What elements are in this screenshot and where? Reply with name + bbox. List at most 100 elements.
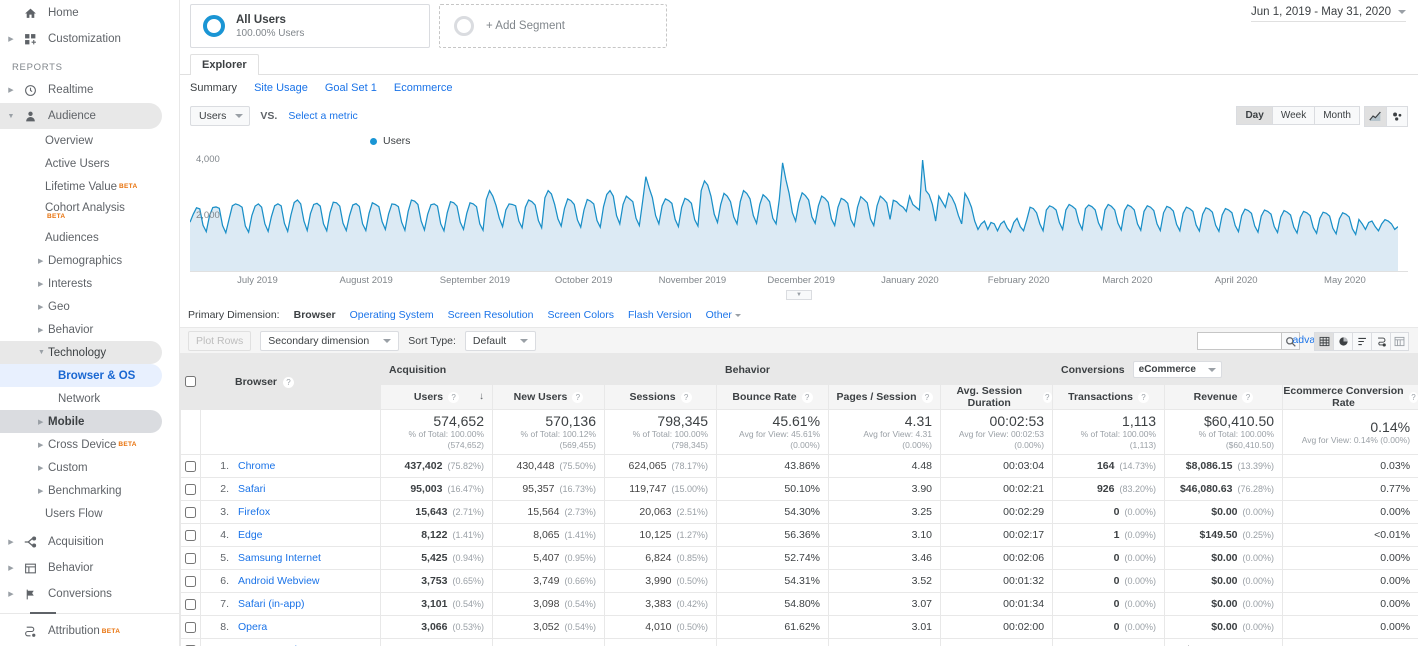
sidebar-item-custom[interactable]: ▶ Custom	[0, 456, 179, 479]
row-dimension-link[interactable]: Safari	[238, 483, 265, 495]
sidebar-item-interests[interactable]: ▶ Interests	[0, 272, 179, 295]
row-dimension-link[interactable]: Android Webview	[238, 575, 320, 587]
chart-zoom-handle[interactable]: ▼	[786, 290, 812, 300]
table-row[interactable]: 8. Opera 3,066 (0.53%) 3,052 (0.54%) 4,010 (0.5…	[180, 615, 1418, 639]
granularity-week[interactable]: Week	[1271, 106, 1315, 125]
column-header-bounce-rate[interactable]: Bounce Rate?	[716, 384, 830, 410]
plot-rows-button[interactable]: Plot Rows	[188, 330, 252, 351]
primary-dimension-flash-version[interactable]: Flash Version	[628, 309, 692, 321]
primary-dimension-operating-system[interactable]: Operating System	[350, 309, 434, 321]
row-dimension-link[interactable]: Edge	[238, 529, 263, 541]
help-icon[interactable]: ?	[1242, 391, 1254, 403]
table-view-icon[interactable]	[1314, 332, 1333, 351]
sidebar-item-customization[interactable]: ▶ Customization	[0, 26, 179, 52]
segment-all-users[interactable]: All Users 100.00% Users	[190, 4, 430, 48]
table-row[interactable]: 9.Internet Explorer2,840(0.49%)2,828(0.5…	[180, 638, 1418, 646]
pie-view-icon[interactable]	[1333, 332, 1352, 351]
sidebar-item-network[interactable]: Network	[0, 387, 179, 410]
metric-select[interactable]: Users	[190, 106, 251, 126]
table-row[interactable]: 2. Safari 95,003 (16.47%) 95,357 (16.73%) 119,…	[180, 477, 1418, 501]
table-row[interactable]: 4. Edge 8,122 (1.41%) 8,065 (1.41%) 10,125 (1.2…	[180, 523, 1418, 547]
sort-type-select[interactable]: Default	[464, 330, 537, 351]
column-header-users[interactable]: Users? ↓	[380, 384, 493, 410]
column-header-avg-session-duration[interactable]: Avg. Session Duration?	[940, 384, 1054, 410]
help-icon[interactable]: ?	[1137, 391, 1149, 403]
sidebar-item-browser-os[interactable]: Browser & OS	[0, 364, 162, 387]
sidebar-item-overview[interactable]: Overview	[0, 129, 179, 152]
subtab-ecommerce[interactable]: Ecommerce	[394, 82, 453, 94]
help-icon[interactable]: ?	[801, 391, 813, 403]
primary-dimension-current[interactable]: Browser	[294, 309, 336, 321]
sidebar-item-behavior[interactable]: ▶ Behavior	[0, 555, 179, 581]
sidebar-item-cross-device[interactable]: ▶ Cross Device BETA	[0, 433, 179, 456]
sidebar-item-active-users[interactable]: Active Users	[0, 152, 179, 175]
table-row[interactable]: 6. Android Webview 3,753 (0.65%) 3,749 (0.66%…	[180, 569, 1418, 593]
granularity-month[interactable]: Month	[1314, 106, 1360, 125]
sidebar-item-conversions[interactable]: ▶ Conversions	[0, 581, 179, 607]
help-icon[interactable]: ?	[1042, 391, 1053, 403]
search-input[interactable]	[1197, 332, 1281, 350]
select-a-metric-link[interactable]: Select a metric	[288, 110, 357, 122]
bar-view-icon[interactable]	[1352, 332, 1371, 351]
row-checkbox[interactable]	[185, 460, 196, 472]
subtab-summary[interactable]: Summary	[190, 82, 237, 94]
comparison-view-icon[interactable]	[1371, 332, 1390, 351]
sidebar-item-audiences[interactable]: Audiences	[0, 226, 179, 249]
table-row[interactable]: 3. Firefox 15,643 (2.71%) 15,564 (2.73%) 20,06…	[180, 500, 1418, 524]
select-all-checkbox[interactable]	[185, 376, 196, 388]
row-checkbox[interactable]	[185, 598, 196, 610]
sidebar-item-behavior-audience[interactable]: ▶ Behavior	[0, 318, 179, 341]
sidebar-item-users-flow[interactable]: Users Flow	[0, 502, 179, 525]
help-icon[interactable]: ?	[680, 391, 692, 403]
sidebar-item-acquisition[interactable]: ▶ Acquisition	[0, 529, 179, 555]
table-row[interactable]: 1. Chrome 437,402 (75.82%) 430,448 (75.50%) 62…	[180, 454, 1418, 478]
sidebar-item-technology[interactable]: ▼ Technology	[0, 341, 162, 364]
primary-dimension-screen-resolution[interactable]: Screen Resolution	[448, 309, 534, 321]
row-checkbox[interactable]	[185, 506, 196, 518]
table-row[interactable]: 7. Safari (in-app) 3,101 (0.54%) 3,098 (0.54%…	[180, 592, 1418, 616]
add-segment-button[interactable]: + Add Segment	[439, 4, 667, 48]
row-dimension-link[interactable]: Safari (in-app)	[238, 598, 305, 610]
sidebar-item-lifetime-value[interactable]: Lifetime Value BETA	[0, 175, 179, 198]
sidebar-item-realtime[interactable]: ▶ Realtime	[0, 77, 179, 103]
row-checkbox[interactable]	[185, 621, 196, 633]
row-dimension-link[interactable]: Opera	[238, 621, 267, 633]
row-dimension-link[interactable]: Chrome	[238, 460, 275, 472]
help-icon[interactable]: ?	[572, 391, 584, 403]
primary-dimension-other[interactable]: Other	[706, 309, 741, 321]
row-checkbox[interactable]	[185, 575, 196, 587]
line-chart-icon[interactable]	[1364, 106, 1386, 127]
sidebar-item-home[interactable]: Home	[0, 0, 179, 26]
column-header-sessions[interactable]: Sessions?	[603, 384, 718, 410]
dimension-header[interactable]: Browser ?	[200, 354, 381, 410]
sidebar-item-cohort-analysis[interactable]: Cohort Analysis	[0, 198, 179, 217]
sidebar-item-geo[interactable]: ▶ Geo	[0, 295, 179, 318]
row-checkbox[interactable]	[185, 552, 196, 564]
motion-chart-icon[interactable]	[1386, 106, 1408, 127]
column-header-ecommerce-conversion-rate[interactable]: Ecommerce Conversion Rate?	[1282, 384, 1418, 410]
help-icon[interactable]: ?	[448, 391, 460, 403]
subtab-goal-set-1[interactable]: Goal Set 1	[325, 82, 377, 94]
sidebar-item-attribution[interactable]: Attribution BETA	[0, 618, 179, 644]
help-icon[interactable]: ?	[921, 391, 933, 403]
granularity-day[interactable]: Day	[1236, 106, 1272, 125]
column-header-new-users[interactable]: New Users?	[492, 384, 605, 410]
pivot-view-icon[interactable]	[1390, 332, 1409, 351]
sidebar-item-mobile[interactable]: ▶ Mobile	[0, 410, 162, 433]
date-range-picker[interactable]: Jun 1, 2019 - May 31, 2020	[1250, 6, 1406, 22]
help-icon[interactable]: ?	[1408, 391, 1418, 403]
column-header-transactions[interactable]: Transactions?	[1052, 384, 1166, 410]
table-row[interactable]: 5. Samsung Internet 5,425 (0.94%) 5,407 (0.95…	[180, 546, 1418, 570]
help-icon[interactable]: ?	[283, 376, 295, 388]
conversions-goal-select[interactable]: eCommerce	[1132, 361, 1222, 378]
sidebar-item-benchmarking[interactable]: ▶ Benchmarking	[0, 479, 179, 502]
row-checkbox[interactable]	[185, 529, 196, 541]
row-dimension-link[interactable]: Samsung Internet	[238, 552, 321, 564]
subtab-site-usage[interactable]: Site Usage	[254, 82, 308, 94]
column-header-revenue[interactable]: Revenue?	[1164, 384, 1284, 410]
users-timeseries-chart[interactable]: 4,000 2,000	[190, 149, 1408, 271]
secondary-dimension-button[interactable]: Secondary dimension	[260, 330, 400, 351]
sidebar-item-audience[interactable]: ▼ Audience	[0, 103, 162, 129]
primary-dimension-screen-colors[interactable]: Screen Colors	[547, 309, 614, 321]
tab-explorer[interactable]: Explorer	[190, 54, 259, 75]
